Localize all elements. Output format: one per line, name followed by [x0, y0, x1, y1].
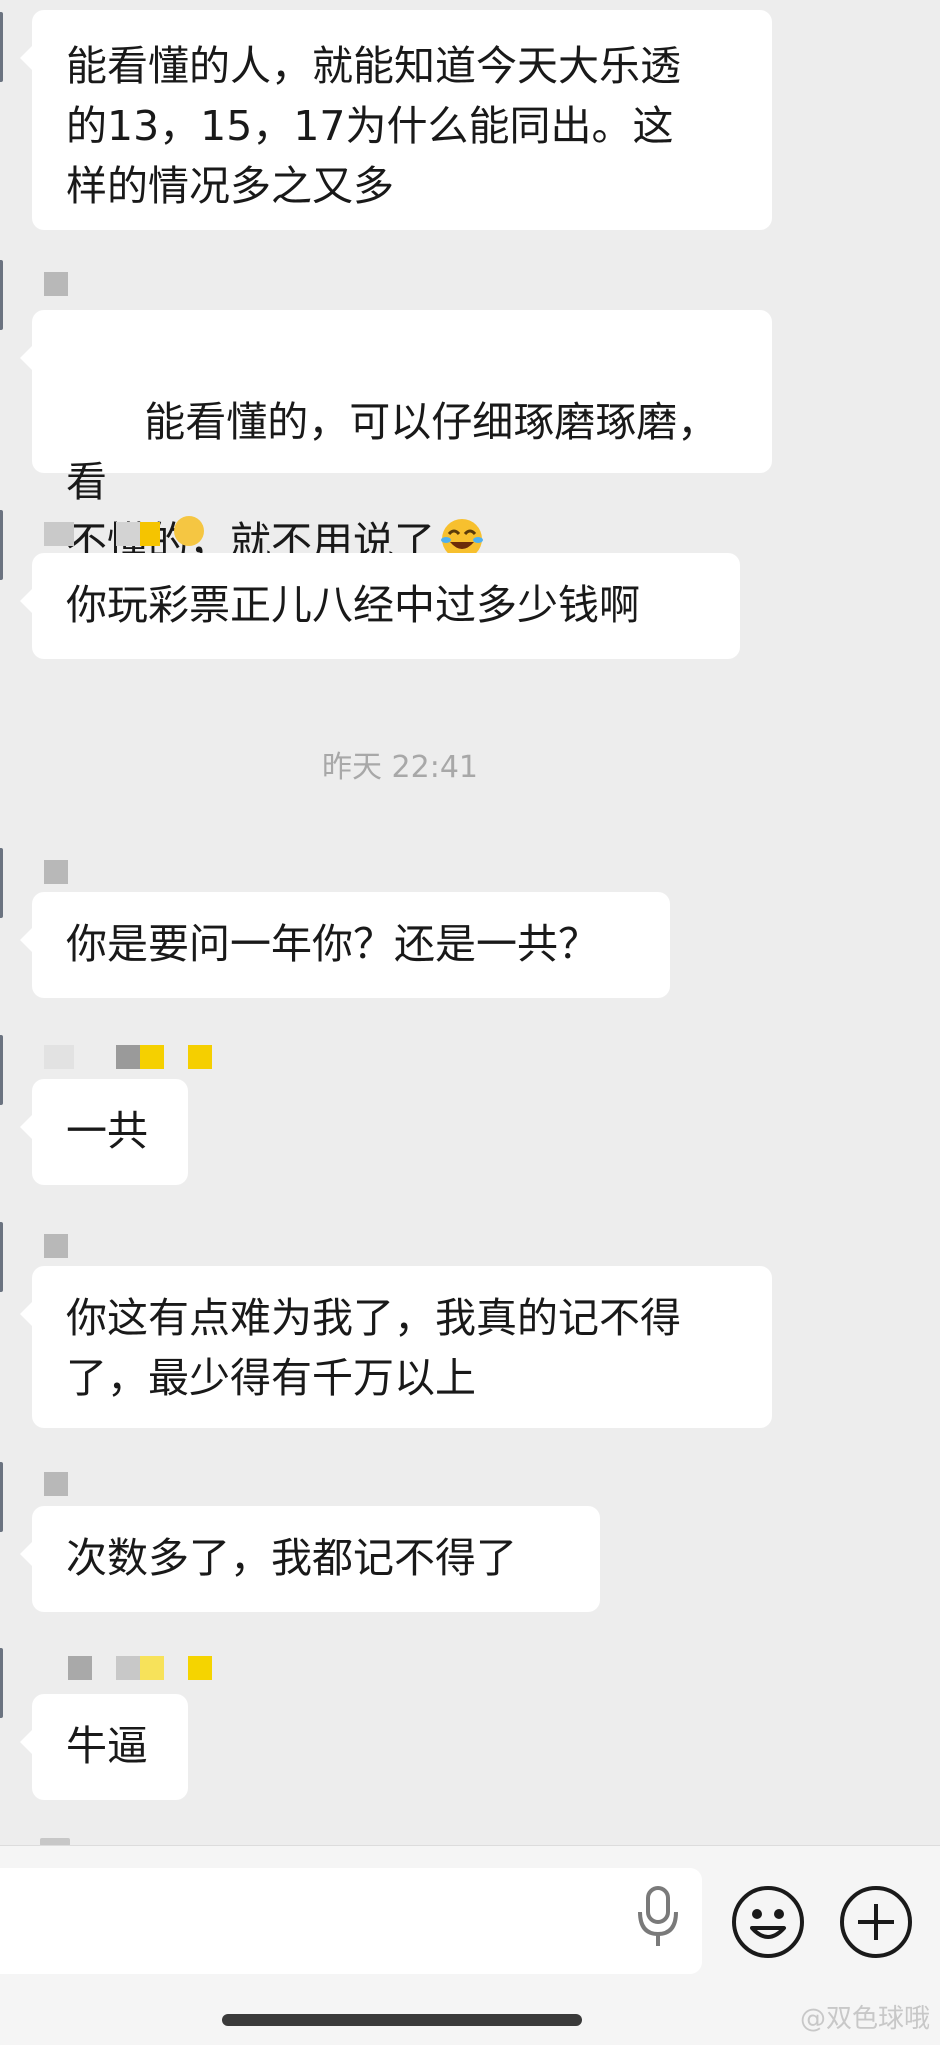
next-message-partial: [40, 1838, 70, 1845]
message-bubble[interactable]: 你这有点难为我了，我真的记不得 了，最少得有千万以上: [20, 1266, 772, 1428]
avatar[interactable]: [0, 848, 3, 918]
microphone-icon[interactable]: [628, 1874, 688, 1974]
avatar[interactable]: [0, 1462, 3, 1532]
message-bubble[interactable]: 一共: [20, 1079, 188, 1185]
avatar[interactable]: [0, 1222, 3, 1292]
avatar[interactable]: [0, 260, 3, 330]
chat-message-list[interactable]: 能看懂的人，就能知道今天大乐透 的13，15，17为什么能同出。这 样的情况多之…: [0, 0, 940, 1845]
message-bubble[interactable]: 你玩彩票正儿八经中过多少钱啊: [20, 553, 740, 659]
plus-icon[interactable]: [838, 1884, 914, 1960]
message-bubble[interactable]: 牛逼: [20, 1694, 188, 1800]
message-bubble[interactable]: 你是要问一年你？还是一共？: [20, 892, 670, 998]
message-bubble[interactable]: 能看懂的人，就能知道今天大乐透 的13，15，17为什么能同出。这 样的情况多之…: [20, 10, 772, 230]
avatar[interactable]: [0, 12, 3, 82]
input-bar: @双色球哦: [0, 1845, 940, 2045]
watermark: @双色球哦: [799, 2004, 930, 2034]
emoji-icon[interactable]: [730, 1884, 806, 1960]
message-bubble[interactable]: 能看懂的，可以仔细琢磨琢磨，看 不懂的，就不用说了: [20, 310, 772, 566]
avatar[interactable]: [0, 1648, 3, 1718]
message-input[interactable]: [0, 1868, 702, 1974]
chat-timestamp: 昨天 22:41: [322, 750, 478, 785]
avatar[interactable]: [0, 510, 3, 580]
message-text: 能看懂的，可以仔细琢磨琢磨，看 不懂的，就不用说了: [66, 398, 719, 566]
message-bubble[interactable]: 次数多了，我都记不得了: [20, 1506, 600, 1612]
home-indicator[interactable]: [222, 2014, 582, 2026]
avatar[interactable]: [0, 1035, 3, 1105]
